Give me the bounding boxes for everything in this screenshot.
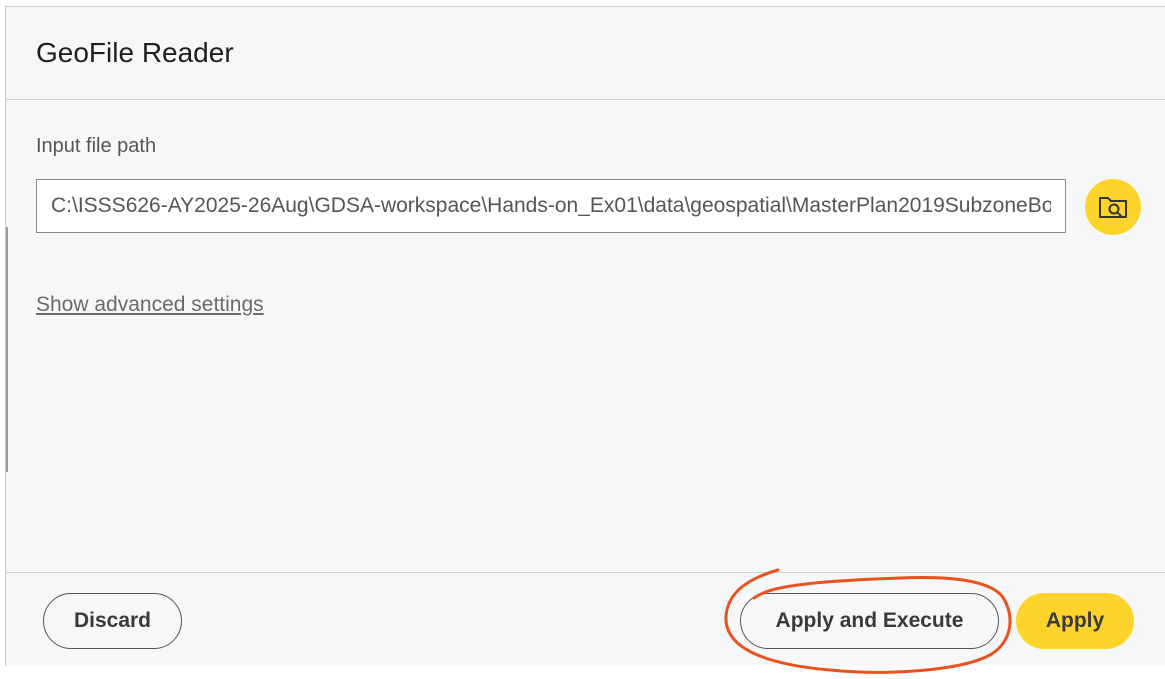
dialog-footer: Discard Apply and Execute Apply: [6, 572, 1165, 667]
panel-left-edge: [6, 227, 8, 472]
discard-button[interactable]: Discard: [43, 593, 182, 649]
folder-search-icon: [1099, 197, 1127, 218]
apply-button[interactable]: Apply: [1016, 593, 1134, 649]
show-advanced-settings-link[interactable]: Show advanced settings: [36, 293, 264, 317]
dialog-title: GeoFile Reader: [36, 37, 234, 68]
apply-and-execute-button[interactable]: Apply and Execute: [740, 593, 999, 649]
browse-file-button[interactable]: [1085, 179, 1141, 235]
input-file-path-label: Input file path: [36, 135, 157, 157]
geofile-reader-dialog: GeoFile Reader Input file path Show adva…: [5, 6, 1165, 666]
input-file-path-field[interactable]: [36, 179, 1066, 233]
dialog-header: GeoFile Reader: [6, 7, 1165, 100]
